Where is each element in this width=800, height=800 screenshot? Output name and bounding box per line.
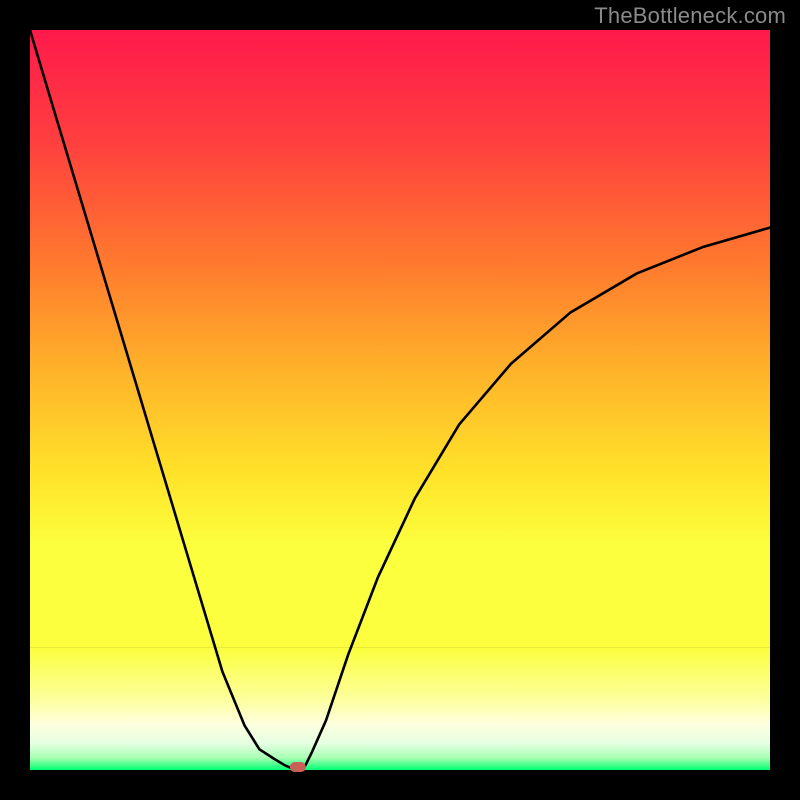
watermark-text: TheBottleneck.com <box>594 3 786 29</box>
background-gradient-bottom <box>30 648 770 770</box>
chart-frame: TheBottleneck.com <box>0 0 800 800</box>
bottleneck-chart <box>0 0 800 800</box>
background-gradient-top <box>30 30 770 648</box>
optimal-marker <box>290 762 306 772</box>
